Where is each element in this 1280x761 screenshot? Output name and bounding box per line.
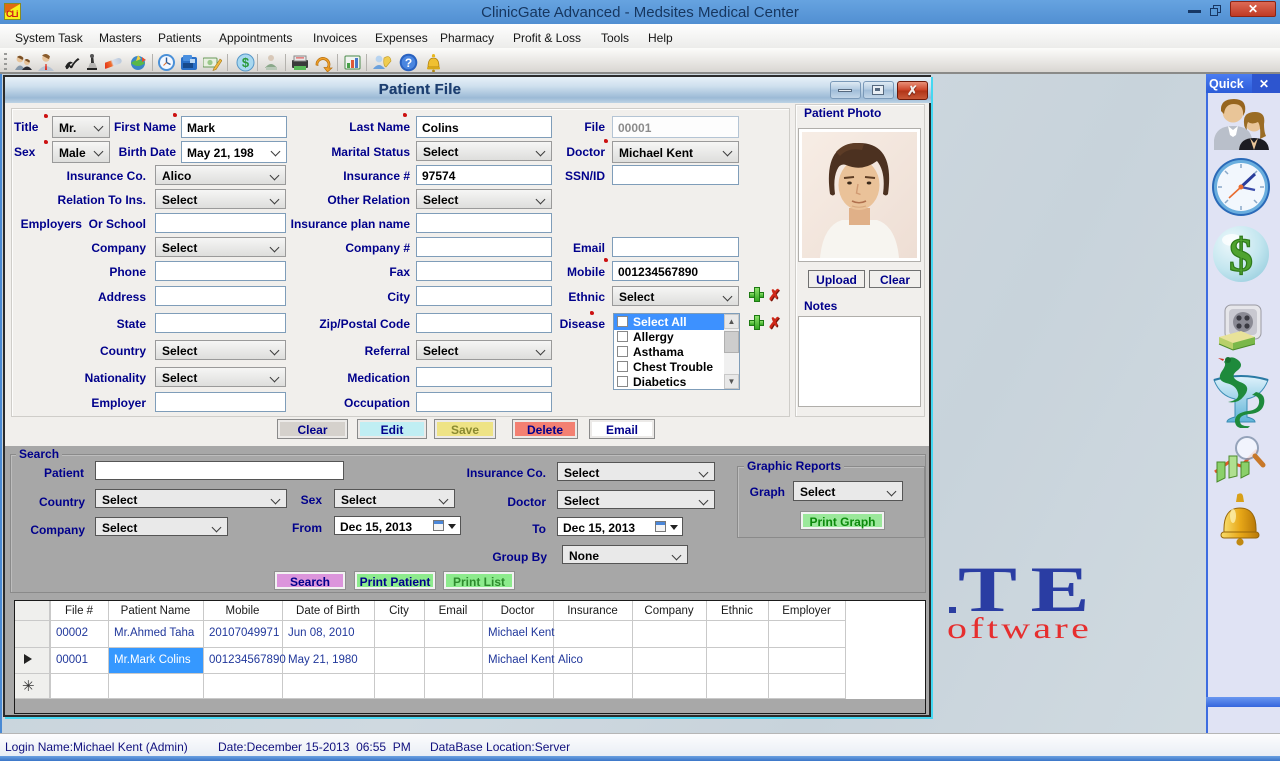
svg-text:$: $ <box>242 55 250 70</box>
svg-text:$: $ <box>1229 229 1253 282</box>
svg-text:?: ? <box>405 56 412 70</box>
